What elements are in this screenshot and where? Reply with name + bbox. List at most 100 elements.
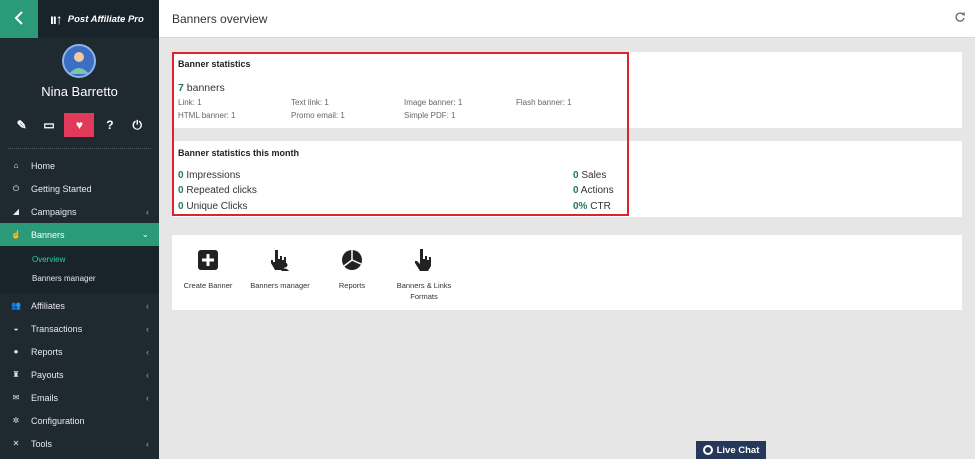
app-logo[interactable]: ıı↑ Post Affiliate Pro <box>38 0 159 38</box>
stat-simple-pdf: Simple PDF: 1 <box>404 111 456 120</box>
logo-mark: ıı↑ <box>50 11 63 27</box>
monitor-button[interactable]: ▭ <box>37 113 61 137</box>
refresh-icon[interactable] <box>955 12 965 25</box>
ctr-stat: 0% CTR <box>573 201 611 212</box>
sidebar-menu: ⌂ Home ⏻ Getting Started ◢ Campaigns ‹ ☝… <box>0 154 159 455</box>
sidebar-item-affiliates[interactable]: 👥 Affiliates ‹ <box>0 294 159 317</box>
avatar[interactable] <box>62 44 96 78</box>
sidebar-item-getting-started[interactable]: ⏻ Getting Started <box>0 177 159 200</box>
chevron-left-icon: ‹ <box>146 346 149 357</box>
pie-chart-icon <box>341 247 363 273</box>
tile-label: Reports <box>338 281 366 290</box>
stat-html-banner: HTML banner: 1 <box>178 111 236 120</box>
sidebar-item-label: Payouts <box>31 369 64 380</box>
chevron-left-icon: ‹ <box>146 392 149 403</box>
help-button[interactable]: ? <box>98 113 122 137</box>
sidebar-item-campaigns[interactable]: ◢ Campaigns ‹ <box>0 200 159 223</box>
sidebar-item-label: Tools <box>31 438 53 449</box>
sales-stat: 0 Sales <box>573 170 606 181</box>
stat-promo-email: Promo email: 1 <box>291 111 345 120</box>
edit-button[interactable]: ✎ <box>10 113 34 137</box>
sidebar-item-configuration[interactable]: ✲ Configuration <box>0 409 159 432</box>
heartbeat-icon: ♥ <box>75 118 84 132</box>
sidebar-header: ıı↑ Post Affiliate Pro <box>0 0 159 38</box>
edit-icon: ✎ <box>16 118 27 132</box>
banners-manager-tile[interactable]: Banners manager <box>244 247 316 302</box>
piggy-bank-icon: ◒ <box>13 324 19 333</box>
monitor-icon: ▭ <box>43 118 55 132</box>
impressions-label: Impressions <box>186 170 241 181</box>
panel-heading: Banner statistics this month <box>178 148 300 158</box>
user-name: Nina Barretto <box>41 84 118 99</box>
logout-button[interactable]: ⏻ <box>125 113 149 137</box>
sidebar: ıı↑ Post Affiliate Pro Nina Barretto ✎ ▭… <box>0 0 159 459</box>
sidebar-subitem-banners-manager[interactable]: Banners manager <box>0 269 159 288</box>
repeated-clicks-value: 0 <box>178 185 184 196</box>
heartbeat-button[interactable]: ♥ <box>64 113 95 137</box>
sidebar-item-label: Campaigns <box>31 206 77 217</box>
impressions-value: 0 <box>178 170 184 181</box>
repeated-clicks-label: Repeated clicks <box>186 185 257 196</box>
banner-count-value: 7 <box>178 82 184 94</box>
sidebar-item-label: Reports <box>31 346 63 357</box>
page-title: Banners overview <box>172 11 268 26</box>
quick-actions: Create Banner Banners manager Reports Ba… <box>172 247 460 302</box>
tile-label: Banners manager <box>250 281 310 290</box>
power-icon: ⏻ <box>12 183 20 193</box>
hand-pointer-icon: ☝ <box>11 230 21 239</box>
stat-image-banner: Image banner: 1 <box>404 98 463 107</box>
tools-icon: ✕ <box>12 439 20 448</box>
actions-stat: 0 Actions <box>573 185 614 196</box>
reports-tile[interactable]: Reports <box>316 247 388 302</box>
tile-label: Create Banner <box>183 281 233 290</box>
banner-count: 7 banners <box>178 82 225 94</box>
chevron-left-icon: ‹ <box>146 369 149 380</box>
create-banner-tile[interactable]: Create Banner <box>172 247 244 302</box>
sidebar-item-emails[interactable]: ✉ Emails ‹ <box>0 386 159 409</box>
monthly-statistics-panel: Banner statistics this month 0 Impressio… <box>172 141 962 217</box>
sidebar-item-tools[interactable]: ✕ Tools ‹ <box>0 432 159 455</box>
unique-clicks-value: 0 <box>178 201 184 212</box>
live-chat-button[interactable]: Live Chat <box>696 441 766 459</box>
stat-flash-banner: Flash banner: 1 <box>516 98 572 107</box>
sidebar-item-label: Affiliates <box>31 300 65 311</box>
sidebar-item-label: Configuration <box>31 415 85 426</box>
ctr-value: 0% <box>573 201 588 212</box>
ctr-label: CTR <box>590 201 611 212</box>
hand-pointer-icon <box>414 247 434 273</box>
sales-label: Sales <box>581 170 607 181</box>
banner-count-label: banners <box>186 82 225 94</box>
live-chat-label: Live Chat <box>716 444 760 456</box>
tile-label: Banners & Links Formats <box>396 281 452 301</box>
bullhorn-icon: ◢ <box>12 207 20 216</box>
formats-tile[interactable]: Banners & Links Formats <box>388 247 460 302</box>
sidebar-item-home[interactable]: ⌂ Home <box>0 154 159 177</box>
power-icon: ⏻ <box>132 117 143 132</box>
chevron-left-icon: ‹ <box>146 300 149 311</box>
chevron-left-icon: ‹ <box>146 206 149 217</box>
chevron-left-icon: ‹ <box>146 323 149 334</box>
impressions-stat: 0 Impressions <box>178 170 240 181</box>
home-icon: ⌂ <box>13 161 19 170</box>
sidebar-item-payouts[interactable]: ♜ Payouts ‹ <box>0 363 159 386</box>
sidebar-item-label: Transactions <box>31 323 83 334</box>
banners-submenu: Overview Banners manager <box>0 246 159 294</box>
gear-icon: ✲ <box>12 416 20 425</box>
divider <box>8 148 151 149</box>
sidebar-item-transactions[interactable]: ◒ Transactions ‹ <box>0 317 159 340</box>
unique-clicks-stat: 0 Unique Clicks <box>178 201 247 212</box>
sidebar-subitem-overview[interactable]: Overview <box>0 250 159 269</box>
sidebar-item-label: Emails <box>31 392 59 403</box>
sidebar-item-banners[interactable]: ☝ Banners ⌄ <box>0 223 159 246</box>
sidebar-item-label: Home <box>31 160 56 171</box>
collapse-sidebar-button[interactable] <box>0 0 38 38</box>
envelope-icon: ✉ <box>12 393 20 402</box>
sidebar-item-label: Getting Started <box>31 183 92 194</box>
sidebar-item-reports[interactable]: ● Reports ‹ <box>0 340 159 363</box>
actions-label: Actions <box>580 185 614 196</box>
chevron-left-icon: ‹ <box>146 438 149 449</box>
repeated-clicks-stat: 0 Repeated clicks <box>178 185 257 196</box>
sidebar-item-label: Banners <box>31 229 65 240</box>
plus-square-icon <box>197 247 219 273</box>
pie-chart-icon: ● <box>13 347 19 356</box>
